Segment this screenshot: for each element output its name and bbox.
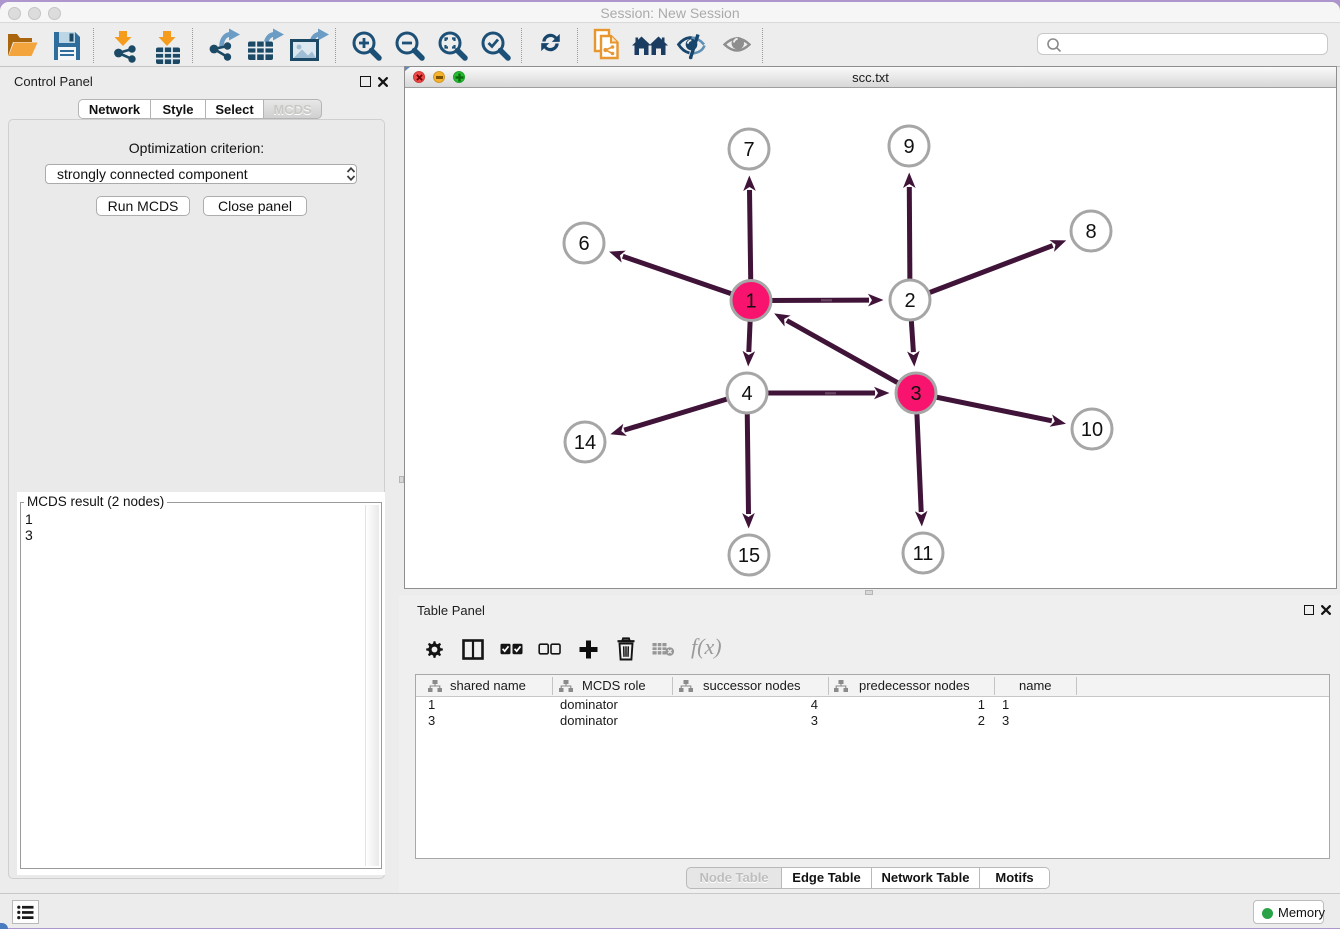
svg-text:1: 1 xyxy=(745,291,756,313)
svg-text:11: 11 xyxy=(913,543,934,565)
svg-text:8: 8 xyxy=(1085,221,1096,243)
svg-text:10: 10 xyxy=(1081,419,1103,441)
svg-text:7: 7 xyxy=(743,139,754,161)
svg-text:14: 14 xyxy=(574,432,596,454)
svg-text:15: 15 xyxy=(738,545,760,567)
svg-text:2: 2 xyxy=(904,290,915,312)
svg-text:9: 9 xyxy=(903,136,914,158)
svg-text:4: 4 xyxy=(741,383,752,405)
svg-text:3: 3 xyxy=(910,383,921,405)
svg-text:6: 6 xyxy=(578,233,589,255)
